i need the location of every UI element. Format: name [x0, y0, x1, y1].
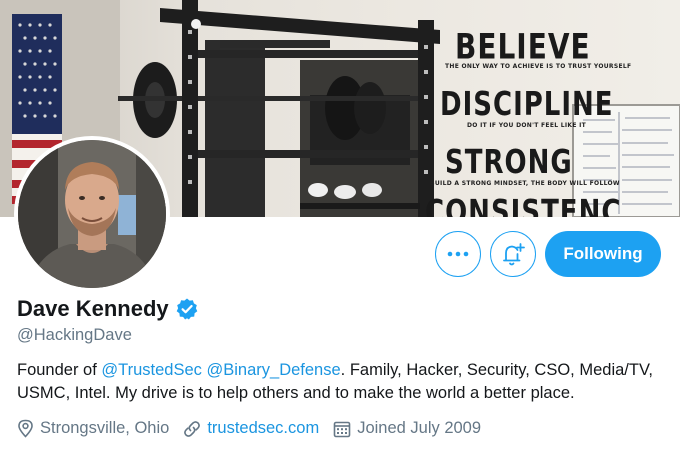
following-button[interactable]: Following — [545, 231, 661, 277]
location-text: Strongsville, Ohio — [40, 419, 170, 437]
joined-item: Joined July 2009 — [333, 419, 481, 438]
profile-bio: Founder of @TrustedSec @Binary_Defense. … — [17, 359, 667, 405]
location-item: Strongsville, Ohio — [17, 419, 169, 438]
profile-name-row: Dave Kennedy — [17, 296, 199, 322]
wall-word: CONSISTENC — [425, 194, 622, 217]
calendar-icon — [333, 421, 351, 437]
following-button-label: Following — [563, 244, 643, 263]
bell-plus-icon — [503, 243, 525, 266]
avatar-photo — [18, 140, 166, 288]
wall-subtext: DO IT IF YOU DON'T FEEL LIKE IT — [467, 122, 587, 129]
display-name: Dave Kennedy — [17, 296, 169, 321]
wall-word: DISCIPLINE — [440, 86, 614, 124]
wall-word: STRONG — [445, 144, 573, 182]
bio-text-prefix: Founder of — [17, 361, 102, 379]
profile-handle: @HackingDave — [17, 326, 132, 344]
profile-meta: Strongsville, Ohio trustedsec.com Joined… — [17, 419, 495, 438]
joined-text: Joined July 2009 — [357, 419, 482, 437]
more-options-button[interactable] — [435, 231, 481, 277]
verified-badge-icon — [176, 298, 197, 320]
mention-link-binary-defense[interactable]: @Binary_Defense — [207, 361, 341, 379]
avatar[interactable] — [14, 136, 170, 292]
location-pin-icon — [18, 419, 33, 438]
more-horizontal-icon — [447, 251, 469, 257]
wall-subtext: THE ONLY WAY TO ACHIEVE IS TO TRUST YOUR… — [445, 63, 632, 70]
website-item: trustedsec.com — [183, 419, 319, 438]
notifications-button[interactable] — [490, 231, 536, 277]
link-icon — [184, 420, 201, 437]
website-link[interactable]: trustedsec.com — [207, 419, 319, 438]
mention-link-trustedsec[interactable]: @TrustedSec — [101, 361, 202, 379]
wall-subtext: BUILD A STRONG MINDSET, THE BODY WILL FO… — [430, 180, 620, 187]
wall-word: BELIEVE — [455, 26, 591, 68]
